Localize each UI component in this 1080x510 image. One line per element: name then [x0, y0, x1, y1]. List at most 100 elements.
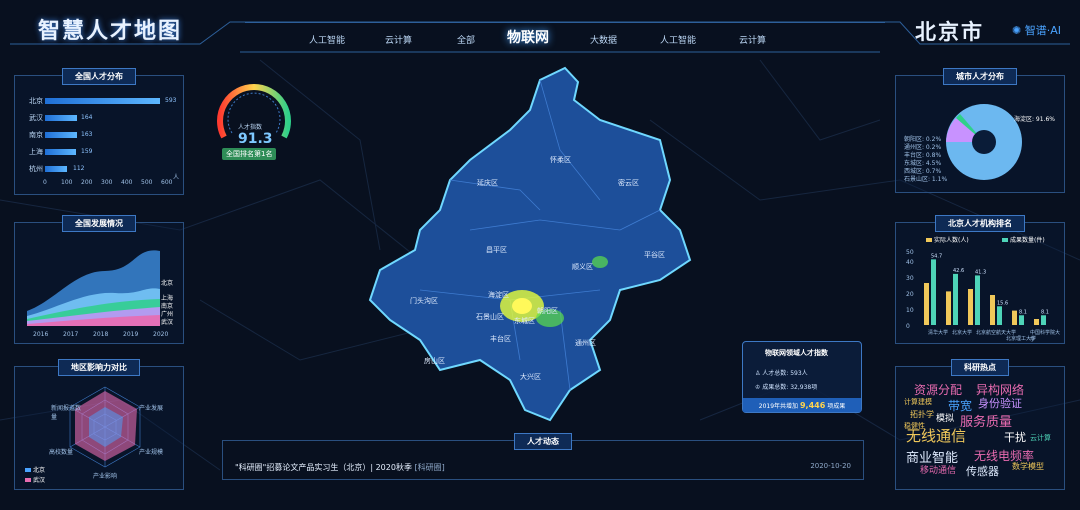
bar-label: 北京 [29, 97, 43, 105]
tab-all[interactable]: 全部 [457, 33, 475, 46]
radar-axis: 高校数量 [49, 449, 74, 456]
tab-ai-left[interactable]: 人工智能 [309, 33, 345, 46]
bar-value-label: 8.1 [1041, 309, 1049, 315]
bar-value: 112 [73, 165, 85, 172]
influence-panel: 地区影响力对比 新闻报道数量 产业发展 产业规模 产业影响 高校数量 北京 武汉 [14, 359, 184, 490]
year-tick: 2017 [63, 331, 79, 338]
hot-word[interactable]: 数学模型 [1012, 461, 1044, 472]
district-label: 顺义区 [572, 263, 593, 271]
bar-label: 杭州 [29, 165, 43, 173]
bar-results [931, 259, 936, 325]
axis-tick: 600 [161, 179, 173, 186]
bar-wuhan [45, 115, 77, 121]
atom-icon: ✺ [1012, 24, 1025, 37]
bar-people [968, 289, 973, 325]
bar-value: 593 [165, 97, 177, 104]
gauge-value: 91.3 [238, 131, 273, 147]
district-label: 石景山区 [476, 313, 504, 321]
axis-tick: 20 [906, 291, 914, 298]
legend-beijing: 北京 [25, 465, 45, 474]
tab-iot-active[interactable]: 物联网 [507, 27, 549, 47]
hot-word[interactable]: 云计算 [1030, 433, 1051, 443]
bar-results [997, 306, 1002, 325]
bar-value: 163 [81, 131, 93, 138]
panel-title: 全国人才分布 [62, 68, 136, 85]
series-label: 武汉 [161, 319, 174, 326]
bar-value-label: 15.6 [997, 300, 1008, 306]
hot-word[interactable]: 干扰 [1004, 429, 1026, 445]
bar-people [990, 295, 995, 325]
hot-word[interactable]: 资源分配 [914, 381, 962, 398]
hot-word[interactable]: 模拟 [936, 411, 954, 424]
bar-results [1041, 315, 1046, 325]
bar-people [1034, 319, 1039, 325]
hot-word[interactable]: 服务质量 [960, 411, 1012, 430]
district-label: 朝阳区 [537, 307, 558, 315]
panel-title: 人才动态 [514, 433, 572, 450]
year-tick: 2019 [123, 331, 139, 338]
city-talent-panel: 城市人才分布 海淀区: 91.6% 朝阳区: 0.2% 通州区: 0.2% 丰台… [895, 68, 1065, 193]
top-nav: 人工智能 云计算 全部 物联网 大数据 人工智能 云计算 [245, 22, 885, 52]
hot-word[interactable]: 身份验证 [978, 395, 1022, 411]
axis-tick: 30 [906, 275, 914, 282]
district-label: 昌平区 [486, 246, 507, 254]
radar-axis: 新闻报道数量 [51, 405, 82, 421]
bar-people [924, 283, 929, 325]
rank-badge: 全国排名第1名 [222, 148, 277, 160]
news-date: 2020-10-20 [810, 462, 851, 470]
axis-unit: 人 [173, 174, 180, 181]
bar-results [953, 273, 958, 325]
bar-people [1012, 310, 1017, 325]
hot-word[interactable]: 传感器 [966, 463, 999, 479]
bar-results [975, 275, 980, 325]
bar-value-label: 54.7 [931, 253, 942, 259]
national-talent-panel: 全国人才分布 北京 593 武汉 164 南京 163 上海 159 杭州 11… [14, 68, 184, 195]
gauge-label: 人才指数 [238, 124, 263, 131]
tab-cloud-left[interactable]: 云计算 [385, 33, 412, 46]
radar-axis: 产业影响 [93, 473, 118, 480]
result-total: ♔ 成果总数: 32,938项 [755, 384, 818, 391]
district-label: 丰台区 [490, 335, 511, 343]
axis-tick: 40 [906, 259, 914, 266]
tab-bigdata[interactable]: 大数据 [590, 33, 617, 46]
legend-wuhan: 武汉 [25, 475, 45, 484]
stream-chart [27, 250, 160, 326]
bar-value-label: 8.1 [1019, 309, 1027, 315]
year-tick: 2016 [33, 331, 49, 338]
district-label: 大兴区 [520, 373, 541, 381]
district-label: 密云区 [618, 179, 639, 187]
bar-people [946, 291, 951, 325]
axis-tick: 10 [906, 307, 914, 314]
year-tick: 2020 [153, 331, 169, 338]
news-item[interactable]: "科研圈"招募论文产品实习生（北京）| 2020秋季 [科研圈] [235, 462, 445, 473]
hot-word[interactable]: 移动通信 [920, 463, 956, 476]
category-label: 清华大学 [928, 330, 949, 336]
pie-label-main: 海淀区: 91.6% [1014, 116, 1055, 123]
axis-tick: 500 [141, 179, 153, 186]
district-label: 东城区 [514, 317, 535, 325]
bar-nanjing [45, 132, 77, 138]
bar-value: 159 [81, 148, 93, 155]
iot-info-card: 物联网领域人才指数 ♙ 人才总数: 593人 ♔ 成果总数: 32,938项 2… [742, 341, 862, 413]
bar-label: 上海 [29, 148, 43, 156]
axis-tick: 200 [81, 179, 93, 186]
axis-tick: 400 [121, 179, 133, 186]
hot-word[interactable]: 拓扑学 [910, 409, 934, 420]
info-title: 物联网领域人才指数 [765, 349, 828, 357]
year-tick: 2018 [93, 331, 109, 338]
bar-beijing [45, 98, 160, 104]
axis-tick: 100 [61, 179, 73, 186]
district-label: 延庆区 [477, 179, 498, 187]
tab-cloud-right[interactable]: 云计算 [739, 33, 766, 46]
bar-shanghai [45, 149, 76, 155]
bar-label: 南京 [29, 131, 43, 139]
city-title: 北京市 [915, 20, 984, 44]
district-label: 通州区 [575, 339, 596, 347]
radar-axis: 产业发展 [139, 405, 164, 412]
bar-label: 武汉 [29, 114, 43, 122]
hot-word[interactable]: 计算建模 [904, 397, 932, 407]
app-title: 智慧人才地图 [38, 19, 183, 44]
development-panel: 全国发展情况 2016 2017 2018 2019 2020 北京 上海 南京… [14, 215, 184, 344]
tab-ai-right[interactable]: 人工智能 [660, 33, 696, 46]
hot-word[interactable]: 稳健性 [904, 421, 925, 431]
